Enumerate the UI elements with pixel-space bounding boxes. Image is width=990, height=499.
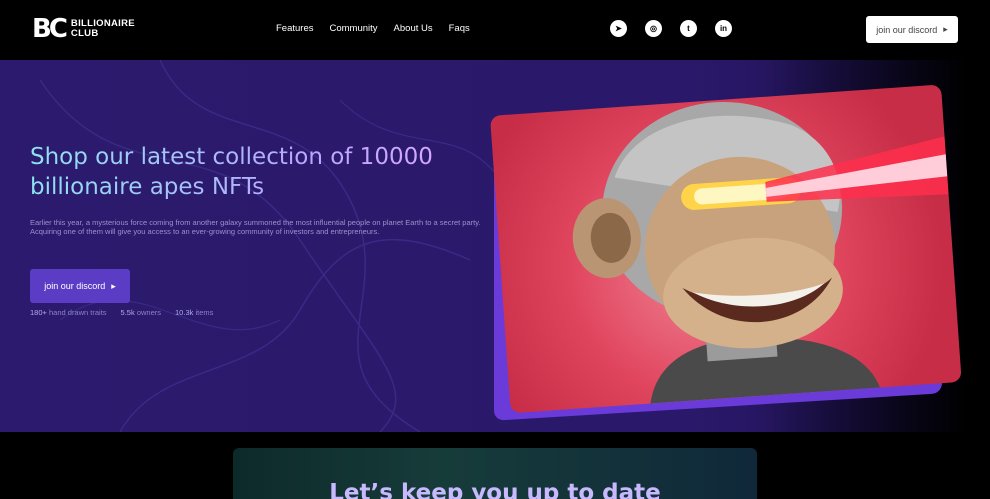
stat-traits-value: 180+: [30, 308, 47, 317]
telegram-icon[interactable]: ➤: [610, 20, 627, 37]
hero-discord-button[interactable]: join our discord ▸: [30, 269, 130, 303]
nav-link-about-us[interactable]: About Us: [394, 23, 433, 34]
nav-links: Features Community About Us Faqs: [276, 23, 470, 34]
hero-stats: 180+ hand drawn traits 5.5k owners 10.3k…: [30, 308, 213, 317]
header-discord-label: join our discord: [876, 24, 938, 35]
stat-owners: 5.5k owners: [121, 308, 161, 317]
social-links: ➤ ◎ t in: [610, 20, 732, 37]
logo-text: BILLIONAIRE CLUB: [71, 19, 135, 39]
ape-illustration: [572, 101, 949, 404]
hero-headline: Shop our latest collection of 10000 bill…: [30, 142, 490, 202]
stat-items-value: 10.3k: [175, 308, 194, 317]
caret-right-icon: ▸: [943, 24, 948, 34]
hero-description: Earlier this year, a mysterious force co…: [30, 218, 481, 236]
stat-owners-label: owners: [136, 308, 162, 317]
stat-owners-value: 5.5k: [120, 308, 135, 317]
top-nav: BC BILLIONAIRE CLUB Features Community A…: [0, 0, 990, 60]
nft-card: [490, 84, 962, 414]
linkedin-icon[interactable]: in: [715, 20, 732, 37]
header-discord-button[interactable]: join our discord ▸: [866, 16, 958, 43]
nav-link-features[interactable]: Features: [276, 23, 314, 34]
logo-text-line2: CLUB: [70, 28, 99, 39]
stat-traits: 180+ hand drawn traits: [30, 308, 107, 317]
newsletter-title: Let’s keep you up to date: [329, 480, 661, 499]
nav-link-community[interactable]: Community: [330, 23, 378, 34]
twitter-icon[interactable]: t: [680, 20, 697, 37]
hero-section: Shop our latest collection of 10000 bill…: [0, 60, 990, 432]
instagram-icon[interactable]: ◎: [645, 20, 662, 37]
stat-traits-label: hand drawn traits: [49, 308, 107, 317]
stat-items-label: items: [195, 308, 214, 317]
caret-right-icon: ▸: [111, 280, 116, 291]
hero-discord-label: join our discord: [44, 281, 106, 291]
brand-logo[interactable]: BC BILLIONAIRE CLUB: [32, 16, 135, 42]
stat-items: 10.3k items: [175, 308, 213, 317]
logo-mark: BC: [32, 14, 68, 44]
nav-link-faqs[interactable]: Faqs: [449, 23, 470, 34]
